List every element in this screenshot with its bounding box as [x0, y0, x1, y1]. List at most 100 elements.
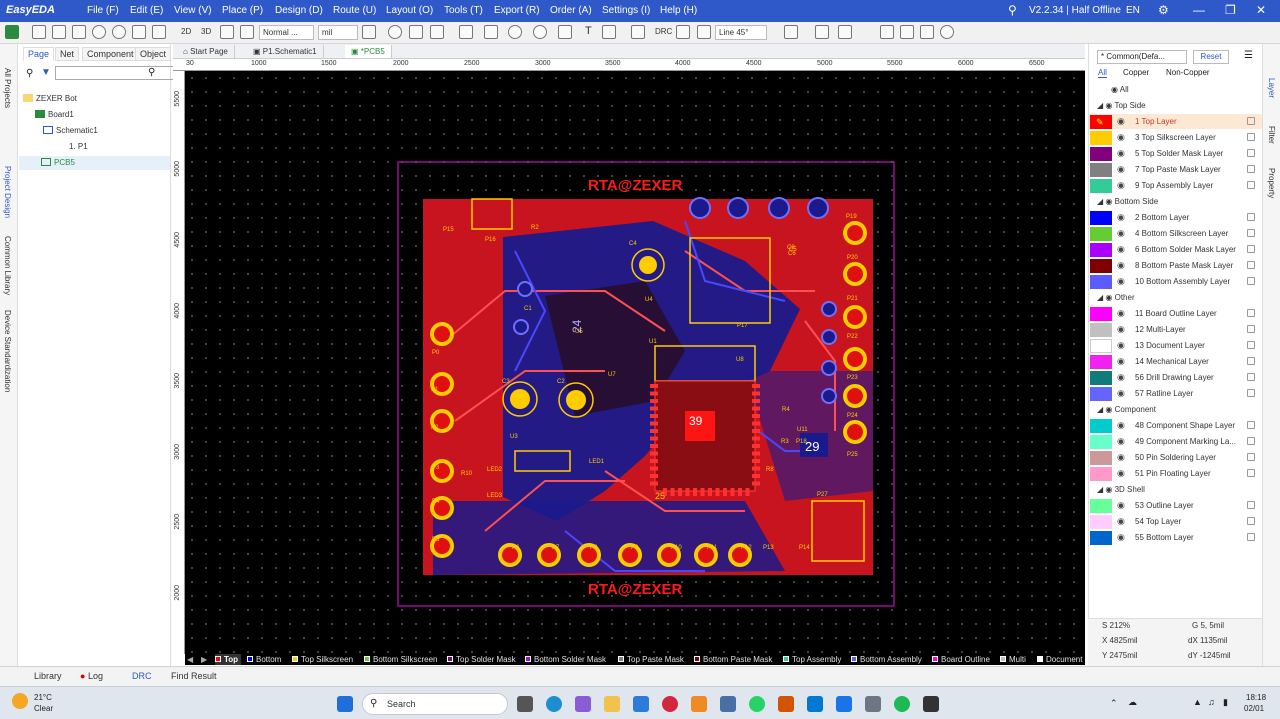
target-icon[interactable] [388, 25, 402, 39]
tab-pcb[interactable]: ▣ *PCB5 [345, 45, 392, 58]
eye-icon[interactable]: ◉ [1117, 116, 1127, 126]
tray-chevron-icon[interactable]: ⌃ [1110, 698, 1118, 709]
layer-row[interactable]: ◉ 56 Drill Drawing Layer [1089, 370, 1263, 385]
tab-layer[interactable]: Layer [1267, 78, 1276, 98]
menu-order[interactable]: Order (A) [550, 5, 592, 16]
eye-icon[interactable]: ◉ [1117, 260, 1127, 270]
eye-icon[interactable]: ◉ [1117, 500, 1127, 510]
eye-icon[interactable]: ◉ [1117, 276, 1127, 286]
menu-export[interactable]: Export (R) [494, 5, 540, 16]
eye-icon[interactable]: ◉ [1117, 436, 1127, 446]
filter-copper[interactable]: Copper [1123, 68, 1149, 77]
route-mode-icon[interactable] [240, 25, 254, 39]
tab-drc[interactable]: DRC [132, 671, 152, 681]
layer-btn-bottom-assembly[interactable]: Bottom Assembly [851, 654, 922, 665]
collapse-icon[interactable]: ◢ [1097, 197, 1103, 206]
restore-icon[interactable]: ❐ [1225, 3, 1236, 17]
layer-row[interactable]: ◉ 8 Bottom Paste Mask Layer [1089, 258, 1263, 273]
save-all-icon[interactable] [72, 25, 86, 39]
fanout-icon[interactable] [697, 25, 711, 39]
pencil-icon[interactable]: ✎ [1090, 115, 1112, 129]
layer-color-swatch[interactable] [1090, 371, 1112, 385]
layer-row[interactable]: ✎ ◉ 1 Top Layer [1089, 114, 1263, 129]
export-icon[interactable] [900, 25, 914, 39]
layer-btn-document[interactable]: Document [1037, 654, 1082, 665]
eye-icon[interactable]: ◉ [1111, 85, 1118, 94]
layer-color-swatch[interactable] [1090, 323, 1112, 337]
layer-color-swatch[interactable] [1090, 307, 1112, 321]
gear-icon[interactable]: ⚙ [1158, 3, 1169, 17]
lock-icon[interactable] [1247, 341, 1255, 349]
tab-property[interactable]: Property [1267, 168, 1276, 198]
lock-icon[interactable] [1247, 373, 1255, 381]
layer-color-swatch[interactable] [1090, 275, 1112, 289]
dimension-icon[interactable] [602, 25, 616, 39]
layer-color-swatch[interactable] [1090, 515, 1112, 529]
tab-find-result[interactable]: Find Result [171, 671, 217, 681]
spotify-icon[interactable] [894, 696, 910, 712]
menu-layout[interactable]: Layout (O) [386, 5, 433, 16]
minimize-icon[interactable]: — [1193, 3, 1205, 17]
layer-color-swatch[interactable] [1090, 211, 1112, 225]
collapse-icon[interactable]: ◢ [1097, 101, 1103, 110]
network-icon[interactable]: ☁ [1128, 697, 1137, 708]
eye-icon[interactable]: ◉ [1117, 372, 1127, 382]
import-icon[interactable] [880, 25, 894, 39]
layer-row[interactable]: ◉ 6 Bottom Solder Mask Layer [1089, 242, 1263, 257]
layer-row[interactable]: ◉ 14 Mechanical Layer [1089, 354, 1263, 369]
eye-icon[interactable]: ◉ [1117, 308, 1127, 318]
eye-icon[interactable]: ◉ [1117, 244, 1127, 254]
tab-start-page[interactable]: ⌂ Start Page [177, 45, 235, 58]
menu-route[interactable]: Route (U) [333, 5, 376, 16]
layer-group[interactable]: ◢ ◉ Other [1097, 290, 1135, 305]
eye-icon[interactable]: ◉ [1117, 420, 1127, 430]
layer-color-swatch[interactable] [1090, 451, 1112, 465]
layer-color-swatch[interactable] [1090, 339, 1112, 353]
prev-icon[interactable]: ◀ [187, 654, 193, 665]
pcb-canvas[interactable]: 39 29 25 24 RTA@ZEXER RTA@ZEXER C4 C1 C3 C2… [185, 71, 1085, 654]
eye-icon[interactable]: ◉ [1105, 197, 1112, 206]
measure-icon[interactable] [815, 25, 829, 39]
lock-icon[interactable] [1247, 245, 1255, 253]
layer-color-swatch[interactable] [1090, 147, 1112, 161]
store-icon[interactable] [633, 696, 649, 712]
collapse-icon[interactable]: ◢ [1097, 485, 1103, 494]
project-search-input[interactable] [55, 66, 179, 80]
tab-library[interactable]: Library [34, 671, 62, 681]
layer-btn-bottom-silkscreen[interactable]: Bottom Silkscreen [364, 654, 437, 665]
lock-icon[interactable] [1247, 325, 1255, 333]
whatsapp-icon[interactable] [749, 696, 765, 712]
layer-group[interactable]: ◢ ◉ Bottom Side [1097, 194, 1158, 209]
layer-color-swatch[interactable] [1090, 163, 1112, 177]
tab-common-library[interactable]: Common Library [3, 236, 12, 295]
filter-icon[interactable]: ▼ [41, 67, 51, 78]
layer-row[interactable]: ◉ 5 Top Solder Mask Layer [1089, 146, 1263, 161]
tree-pcb[interactable]: PCB5 [19, 156, 170, 170]
text-tool-icon[interactable]: T [585, 25, 592, 37]
menu-tools[interactable]: Tools (T) [444, 5, 483, 16]
menu-help[interactable]: Help (H) [660, 5, 697, 16]
board-icon[interactable] [920, 25, 934, 39]
route-icon[interactable] [631, 25, 645, 39]
unit-select[interactable]: mil [318, 25, 358, 40]
tab-project-design[interactable]: Project Design [3, 166, 12, 218]
tree-sheet[interactable]: 1. P1 [69, 142, 88, 151]
menu-design[interactable]: Design (D) [275, 5, 323, 16]
lock-icon[interactable] [1247, 117, 1255, 125]
language-selector[interactable]: EN [1126, 5, 1140, 16]
layer-row[interactable]: ◉ 2 Bottom Layer [1089, 210, 1263, 225]
layer-row[interactable]: ◉ 9 Top Assembly Layer [1089, 178, 1263, 193]
eye-icon[interactable]: ◉ [1117, 452, 1127, 462]
lock-icon[interactable] [1247, 421, 1255, 429]
pcb-drawing[interactable]: 39 29 25 24 RTA@ZEXER RTA@ZEXER C4C1C3 C2… [185, 71, 1085, 654]
view-2d-button[interactable]: 2D [181, 27, 191, 36]
layer-btn-top-assembly[interactable]: Top Assembly [783, 654, 841, 665]
menu-settings[interactable]: Settings (I) [602, 5, 650, 16]
layer-color-swatch[interactable] [1090, 435, 1112, 449]
layer-color-swatch[interactable] [1090, 467, 1112, 481]
eye-icon[interactable]: ◉ [1117, 340, 1127, 350]
wifi-icon[interactable]: ▲ [1193, 697, 1202, 707]
layer-btn-multi[interactable]: Multi [1000, 654, 1026, 665]
lock-icon[interactable] [1247, 133, 1255, 141]
settings-icon[interactable]: ☰ [1244, 50, 1253, 61]
